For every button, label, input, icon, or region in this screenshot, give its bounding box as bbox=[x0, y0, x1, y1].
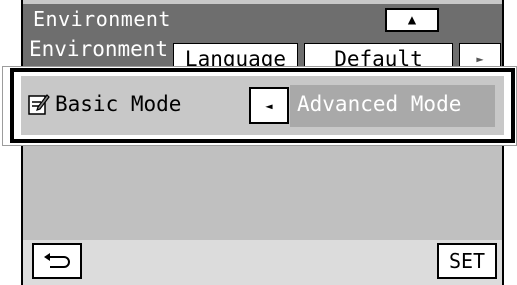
tab-bar: Environment Language Default ► bbox=[21, 36, 504, 66]
content-area bbox=[21, 146, 504, 240]
previous-option-button[interactable]: ◄ bbox=[249, 87, 289, 124]
tab-language-label: Language bbox=[184, 47, 287, 66]
tab-default[interactable]: Default bbox=[304, 43, 453, 66]
window-title: Environment bbox=[33, 7, 171, 31]
current-mode-label: Basic Mode bbox=[55, 92, 182, 116]
title-bar: Environment ▲ bbox=[21, 4, 504, 36]
set-button[interactable]: SET bbox=[437, 243, 497, 279]
back-button[interactable] bbox=[32, 243, 82, 279]
note-pencil-icon bbox=[28, 94, 50, 115]
left-triangle-icon: ◄ bbox=[265, 98, 273, 113]
tab-default-label: Default bbox=[334, 47, 423, 66]
tab-scroll-right-button[interactable]: ► bbox=[459, 43, 501, 66]
up-triangle-icon: ▲ bbox=[407, 12, 417, 28]
tab-environment-label: Environment bbox=[29, 37, 169, 61]
return-arrow-icon bbox=[44, 253, 70, 268]
advanced-mode-label: Advanced Mode bbox=[297, 92, 462, 116]
bottom-bar bbox=[21, 240, 504, 285]
scroll-up-button[interactable]: ▲ bbox=[385, 8, 439, 32]
right-triangle-icon: ► bbox=[476, 52, 484, 66]
tab-language[interactable]: Language bbox=[173, 43, 298, 66]
set-button-label: SET bbox=[448, 249, 486, 273]
tab-environment[interactable]: Environment bbox=[23, 36, 171, 66]
